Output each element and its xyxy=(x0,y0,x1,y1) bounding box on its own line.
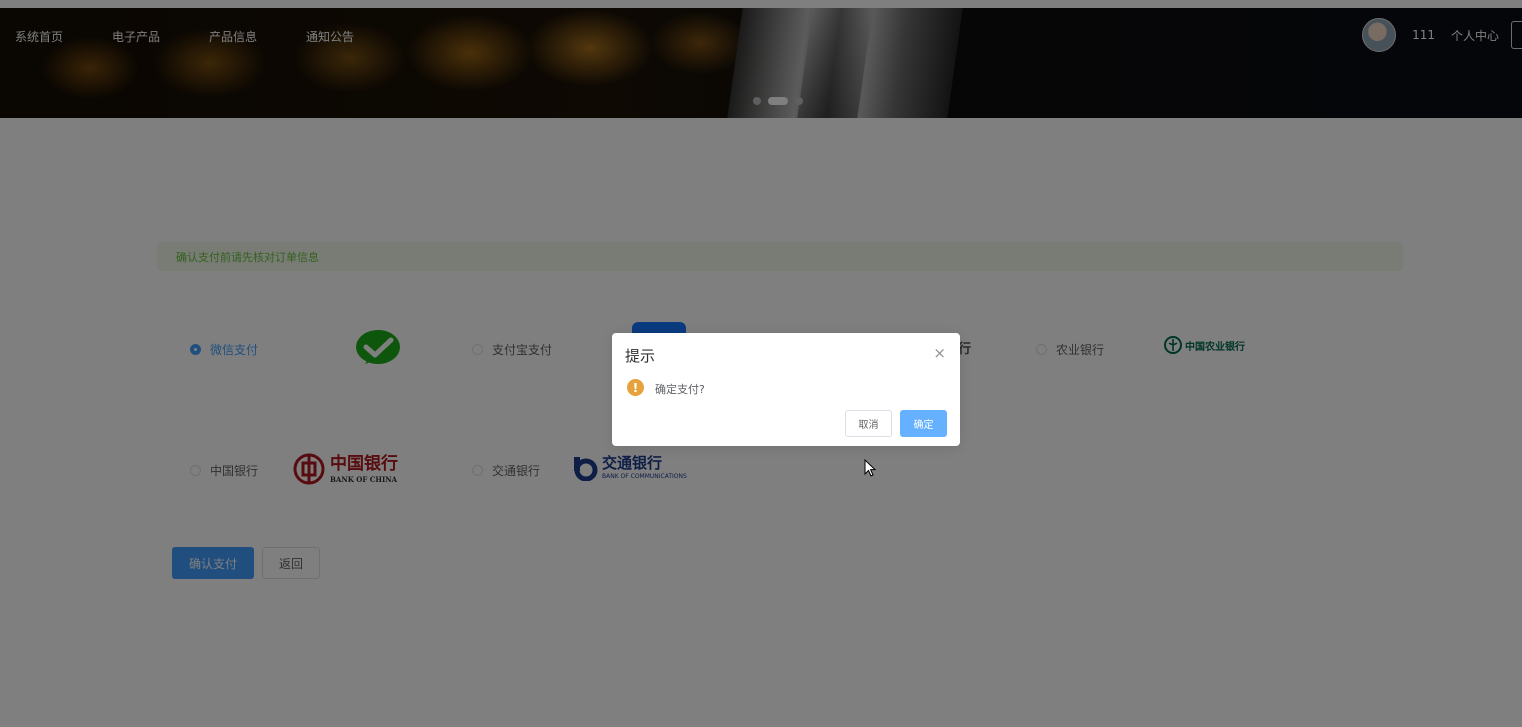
dialog-message: 确定支付? xyxy=(655,383,705,396)
dialog-ok-button[interactable]: 确定 xyxy=(900,410,947,437)
confirm-dialog: 提示 × ! 确定支付? 取消 确定 xyxy=(612,333,960,446)
dialog-cancel-button[interactable]: 取消 xyxy=(845,410,892,437)
mouse-cursor-icon xyxy=(864,459,877,477)
warning-icon: ! xyxy=(627,379,644,396)
close-icon[interactable]: × xyxy=(933,344,946,362)
dialog-title: 提示 xyxy=(625,347,656,365)
